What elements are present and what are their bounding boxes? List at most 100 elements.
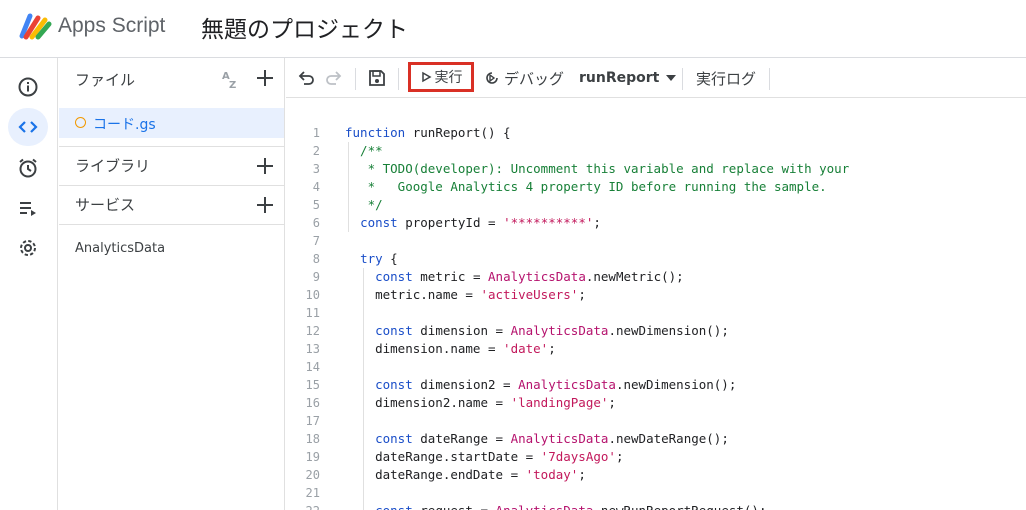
- divider: [59, 185, 284, 186]
- toolbar-separator: [682, 68, 683, 90]
- left-nav-rail: [0, 58, 58, 510]
- undo-button[interactable]: [296, 58, 316, 98]
- code-text: */: [345, 197, 383, 212]
- services-heading: サービス: [75, 196, 136, 214]
- line-number: 6: [312, 216, 320, 230]
- file-item-code-gs[interactable]: コード.gs: [59, 108, 284, 138]
- sort-az-icon[interactable]: A Z: [220, 68, 244, 90]
- line-number: 13: [305, 342, 320, 356]
- line-number: 16: [305, 396, 320, 410]
- code-line[interactable]: 22 const request = AnalyticsData.newRunR…: [286, 502, 1026, 510]
- code-text: /**: [345, 143, 383, 158]
- toolbar-separator: [355, 68, 356, 90]
- execution-log-button[interactable]: 実行ログ: [696, 58, 756, 98]
- unsaved-dot-icon: [75, 117, 86, 128]
- gear-icon: [20, 240, 36, 256]
- code-line[interactable]: 9 const metric = AnalyticsData.newMetric…: [286, 268, 1026, 286]
- rail-overview[interactable]: [8, 68, 48, 106]
- code-line[interactable]: 14: [286, 358, 1026, 376]
- function-select-value: runReport: [579, 70, 660, 86]
- rail-executions[interactable]: [8, 189, 48, 227]
- line-number: 15: [305, 378, 320, 392]
- code-text: dateRange.endDate = 'today';: [345, 467, 586, 482]
- rail-settings[interactable]: [8, 229, 48, 267]
- debug-label: デバッグ: [504, 69, 565, 88]
- info-icon: [18, 77, 38, 97]
- code-line[interactable]: 10 metric.name = 'activeUsers';: [286, 286, 1026, 304]
- redo-button[interactable]: [324, 58, 344, 98]
- line-number: 14: [305, 360, 320, 374]
- line-number: 20: [305, 468, 320, 482]
- line-number: 5: [312, 198, 320, 212]
- divider: [59, 146, 284, 147]
- code-line[interactable]: 2 /**: [286, 142, 1026, 160]
- code-line[interactable]: 19 dateRange.startDate = '7daysAgo';: [286, 448, 1026, 466]
- code-line[interactable]: 7: [286, 232, 1026, 250]
- debug-button[interactable]: デバッグ: [484, 58, 564, 98]
- code-text: const dimension2 = AnalyticsData.newDime…: [375, 377, 737, 392]
- code-text: const dateRange = AnalyticsData.newDateR…: [375, 431, 729, 446]
- code-line[interactable]: 4 * Google Analytics 4 property ID befor…: [286, 178, 1026, 196]
- add-file-icon[interactable]: [256, 69, 274, 87]
- run-button[interactable]: 実行: [408, 62, 474, 92]
- file-sidebar: ファイル A Z コード.gs ライブラリ サービス AnalyticsData: [59, 58, 285, 510]
- apps-script-logo-icon: [19, 13, 52, 40]
- line-number: 21: [305, 486, 320, 500]
- line-number: 10: [305, 288, 320, 302]
- toolbar-separator: [769, 68, 770, 90]
- code-text: const metric = AnalyticsData.newMetric()…: [375, 269, 684, 284]
- code-line[interactable]: 5 */: [286, 196, 1026, 214]
- code-text: const dimension = AnalyticsData.newDimen…: [375, 323, 729, 338]
- code-text: const request = AnalyticsData.newRunRepo…: [345, 502, 766, 510]
- code-line[interactable]: 18 const dateRange = AnalyticsData.newDa…: [286, 430, 1026, 448]
- code-editor[interactable]: 1 function runReport() {2 /** 3 * TODO(dev…: [286, 98, 1026, 510]
- line-number: 11: [305, 306, 320, 320]
- line-number: 3: [312, 162, 320, 176]
- line-number: 7: [312, 234, 320, 248]
- line-number: 17: [305, 414, 320, 428]
- code-line[interactable]: 13 dimension.name = 'date';: [286, 340, 1026, 358]
- save-button[interactable]: [367, 58, 387, 98]
- debug-icon: [486, 72, 498, 84]
- code-text: function runReport() {: [345, 125, 511, 140]
- dropdown-arrow-icon: [666, 75, 677, 81]
- add-service-icon[interactable]: [256, 196, 274, 214]
- line-number: 2: [312, 144, 320, 158]
- executions-list-icon: [20, 202, 36, 216]
- run-label: 実行: [434, 70, 463, 86]
- service-item-analyticsdata[interactable]: AnalyticsData: [75, 241, 165, 256]
- line-number: 12: [305, 324, 320, 338]
- code-line[interactable]: 1 function runReport() {: [286, 124, 1026, 142]
- rail-editor[interactable]: [8, 108, 48, 146]
- project-title[interactable]: 無題のプロジェクト: [201, 10, 408, 44]
- rail-triggers[interactable]: [8, 149, 48, 187]
- code-line[interactable]: 8 try {: [286, 250, 1026, 268]
- libraries-heading: ライブラリ: [75, 157, 151, 175]
- line-number: 1: [312, 126, 320, 140]
- line-number: 22: [286, 502, 320, 510]
- code-text: metric.name = 'activeUsers';: [345, 287, 586, 302]
- divider: [59, 224, 284, 225]
- code-line[interactable]: 12 const dimension = AnalyticsData.newDi…: [286, 322, 1026, 340]
- code-line[interactable]: 6 const propertyId = '**********';: [286, 214, 1026, 232]
- play-icon: [421, 71, 432, 83]
- svg-text:Z: Z: [229, 80, 236, 90]
- code-text: const propertyId = '**********';: [360, 215, 601, 230]
- line-number: 18: [305, 432, 320, 446]
- code-line[interactable]: 20 dateRange.endDate = 'today';: [286, 466, 1026, 484]
- code-text: dimension2.name = 'landingPage';: [345, 395, 616, 410]
- undo-icon: [298, 71, 314, 85]
- app-name: Apps Script: [58, 14, 166, 37]
- code-line[interactable]: 16 dimension2.name = 'landingPage';: [286, 394, 1026, 412]
- code-text: * Google Analytics 4 property ID before …: [345, 179, 827, 194]
- code-line[interactable]: 3 * TODO(developer): Uncomment this vari…: [286, 160, 1026, 178]
- redo-icon: [326, 71, 342, 85]
- code-line[interactable]: 21: [286, 484, 1026, 502]
- add-library-icon[interactable]: [256, 157, 274, 175]
- code-line[interactable]: 11: [286, 304, 1026, 322]
- function-select[interactable]: runReport: [579, 58, 677, 98]
- code-line[interactable]: 15 const dimension2 = AnalyticsData.newD…: [286, 376, 1026, 394]
- files-heading: ファイル: [75, 71, 136, 89]
- code-line[interactable]: 17: [286, 412, 1026, 430]
- line-number: 4: [312, 180, 320, 194]
